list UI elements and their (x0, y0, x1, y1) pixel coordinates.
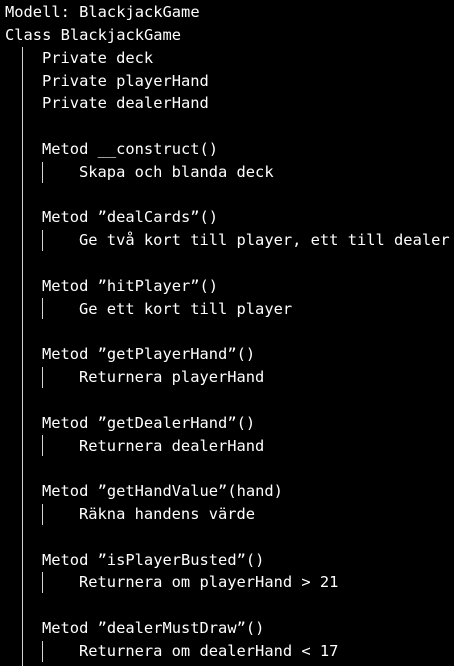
model-title: Modell: BlackjackGame (5, 3, 200, 21)
method-signature: Metod ”getHandValue”(hand) (42, 482, 283, 500)
method-signature: Metod __construct() (42, 140, 219, 158)
method-signature: Metod ”dealCards”() (42, 208, 219, 226)
field-declaration: Private dealerHand (42, 94, 209, 112)
method-signature: Metod ”dealerMustDraw”() (42, 619, 265, 637)
method-signature: Metod ”isPlayerBusted”() (42, 551, 265, 569)
pseudocode-document: Modell: BlackjackGame Class BlackjackGam… (0, 0, 454, 666)
method-indent-guide (42, 435, 43, 456)
method-body: Räkna handens värde (79, 505, 256, 523)
method-body: Returnera om playerHand > 21 (79, 573, 339, 591)
method-signature: Metod ”getDealerHand”() (42, 414, 256, 432)
field-declaration: Private deck (42, 49, 154, 67)
method-body: Ge ett kort till player (79, 300, 293, 318)
method-signature: Metod ”hitPlayer”() (42, 277, 219, 295)
field-declaration: Private playerHand (42, 72, 209, 90)
method-indent-guide (42, 641, 43, 662)
method-body: Returnera om dealerHand < 17 (79, 642, 339, 660)
method-indent-guide (42, 504, 43, 525)
class-indent-guide (22, 47, 23, 666)
method-body: Skapa och blanda deck (79, 163, 274, 181)
method-signature: Metod ”getPlayerHand”() (42, 345, 256, 363)
method-indent-guide (42, 298, 43, 319)
method-body: Ge två kort till player, ett till dealer (79, 231, 450, 249)
method-indent-guide (42, 162, 43, 183)
method-indent-guide (42, 367, 43, 388)
method-body: Returnera dealerHand (79, 437, 265, 455)
method-indent-guide (42, 230, 43, 251)
class-header: Class BlackjackGame (5, 26, 182, 44)
method-body: Returnera playerHand (79, 368, 265, 386)
method-indent-guide (42, 572, 43, 593)
